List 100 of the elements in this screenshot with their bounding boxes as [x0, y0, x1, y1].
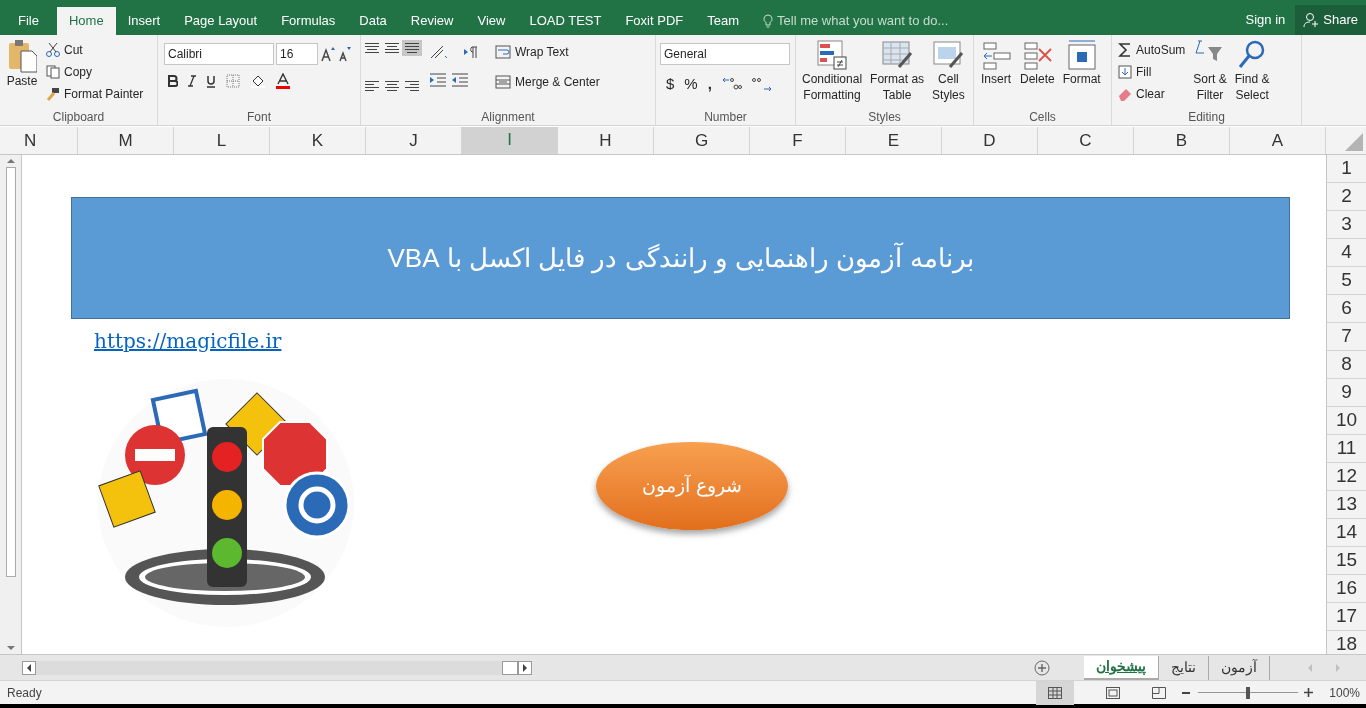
decrease-indent-icon [451, 72, 469, 88]
column-header[interactable]: F [750, 127, 846, 154]
row-header[interactable]: 4 [1327, 239, 1366, 267]
column-header[interactable]: C [1038, 127, 1134, 154]
clipboard-icon [7, 39, 37, 73]
copy-icon [46, 65, 60, 79]
format-cells-icon [1065, 39, 1098, 71]
column-header[interactable]: K [270, 127, 366, 154]
editing-button[interactable]: Find & Select [1232, 39, 1272, 108]
row-header[interactable]: 8 [1327, 351, 1366, 379]
row-header[interactable]: 17 [1327, 603, 1366, 631]
website-link[interactable]: https://magicfile.ir [94, 326, 282, 356]
align-icon [365, 43, 379, 53]
comma-style-button[interactable]: , [707, 73, 712, 96]
sign-in-link[interactable]: Sign in [1235, 6, 1296, 34]
column-header[interactable]: G [654, 127, 750, 154]
row-header[interactable]: 5 [1327, 267, 1366, 295]
ribbon-tab[interactable]: Insert [115, 7, 173, 35]
column-header[interactable]: N [22, 127, 78, 154]
page-layout-view-icon [1106, 686, 1121, 699]
column-header[interactable]: D [942, 127, 1038, 154]
align-icon [365, 80, 379, 91]
ribbon-tab[interactable]: Team [695, 7, 751, 35]
increase-indent-icon [429, 72, 447, 88]
merge-center-button[interactable]: Merge & Center [493, 71, 602, 93]
ribbon-tab[interactable]: LOAD TEST [517, 7, 614, 35]
increase-decimal-icon [721, 76, 742, 93]
font-size-field[interactable]: 16 [276, 43, 318, 65]
cells-button[interactable]: Format [1060, 39, 1103, 108]
zoom-thumb[interactable] [1246, 686, 1251, 699]
paintbrush-icon [46, 87, 60, 101]
styles-button[interactable]: Conditional Formatting [800, 39, 865, 108]
tab-right-icon [1334, 662, 1342, 673]
fill-button[interactable]: Fill [1116, 61, 1188, 83]
row-header[interactable]: 16 [1327, 575, 1366, 603]
copy-button[interactable]: Copy [44, 61, 146, 83]
column-header[interactable]: M [78, 127, 174, 154]
number-format-field[interactable]: General [660, 43, 790, 65]
plus-circle-icon [1034, 659, 1050, 676]
group-label: Clipboard [51, 109, 106, 125]
row-header[interactable]: 10 [1327, 407, 1366, 435]
currency-button[interactable]: $ [666, 73, 675, 96]
row-header[interactable]: 7 [1327, 323, 1366, 351]
format-painter-button[interactable]: Format Painter [44, 83, 146, 105]
wrap-text-icon [495, 45, 511, 59]
row-header[interactable]: 2 [1327, 183, 1366, 211]
autosum-button[interactable]: AutoSum [1116, 39, 1188, 61]
cells-button[interactable]: Insert [978, 39, 1014, 108]
ribbon-tab[interactable]: Review [398, 7, 466, 35]
ribbon-tab[interactable]: File [0, 7, 57, 35]
bold-icon [168, 75, 178, 87]
row-header[interactable]: 1 [1327, 155, 1366, 183]
clear-button[interactable]: Clear [1116, 83, 1188, 105]
ribbon-tab[interactable]: Page Layout [172, 7, 270, 35]
row-header[interactable]: 11 [1327, 435, 1366, 463]
cells-button[interactable]: Delete [1018, 39, 1057, 108]
column-header[interactable]: A [1230, 127, 1326, 154]
row-header[interactable]: 6 [1327, 295, 1366, 323]
row-header[interactable]: 15 [1327, 547, 1366, 575]
ribbon-tab[interactable]: Formulas [269, 7, 348, 35]
percent-button[interactable]: % [684, 73, 698, 96]
group-label: Font [246, 109, 272, 125]
decrease-decimal-icon [751, 76, 772, 92]
styles-button[interactable]: Cell Styles [930, 39, 967, 108]
row-header[interactable]: 12 [1327, 463, 1366, 491]
ribbon-tab[interactable]: Home [56, 7, 116, 35]
font-name-field[interactable]: Calibri [164, 43, 274, 65]
group-label: Number [703, 109, 748, 125]
lightbulb-icon [763, 14, 773, 28]
row-header[interactable]: 9 [1327, 379, 1366, 407]
person-add-icon [1303, 12, 1320, 28]
add-sheet-button[interactable] [1034, 659, 1050, 676]
zoom-in-button[interactable] [1304, 688, 1314, 697]
column-header[interactable]: I [462, 127, 558, 154]
fill-down-icon [1118, 65, 1132, 79]
column-header[interactable]: H [558, 127, 654, 154]
tell-me-field[interactable]: Tell me what you want to do... [777, 11, 997, 31]
paste-button[interactable]: Paste [4, 39, 40, 108]
column-header[interactable]: B [1134, 127, 1230, 154]
row-header[interactable]: 14 [1327, 519, 1366, 547]
scroll-right-icon [518, 660, 532, 675]
ribbon-tab[interactable]: Data [347, 7, 399, 35]
share-button[interactable]: Share [1295, 5, 1366, 35]
scrollbar-thumb[interactable] [5, 167, 16, 577]
ribbon-tab[interactable]: Foxit PDF [613, 7, 696, 35]
sheet-tab[interactable]: پیشخوان [1084, 655, 1159, 680]
scrollbar-thumb[interactable] [502, 660, 518, 675]
cut-button[interactable]: Cut [44, 39, 146, 61]
zoom-out-button[interactable] [1182, 691, 1191, 694]
wrap-text-button[interactable]: Wrap Text [493, 41, 602, 63]
conditional-formatting-icon [816, 39, 848, 71]
row-header[interactable]: 13 [1327, 491, 1366, 519]
delete-cells-icon [1021, 39, 1054, 71]
column-header[interactable]: E [846, 127, 942, 154]
editing-button[interactable]: Sort & Filter [1191, 39, 1229, 108]
ribbon-tab[interactable]: View [465, 7, 518, 35]
row-header[interactable]: 3 [1327, 211, 1366, 239]
column-header[interactable]: L [174, 127, 270, 154]
styles-button[interactable]: Format as Table [868, 39, 927, 108]
sheet-tab[interactable]: آزمون [1209, 655, 1270, 680]
